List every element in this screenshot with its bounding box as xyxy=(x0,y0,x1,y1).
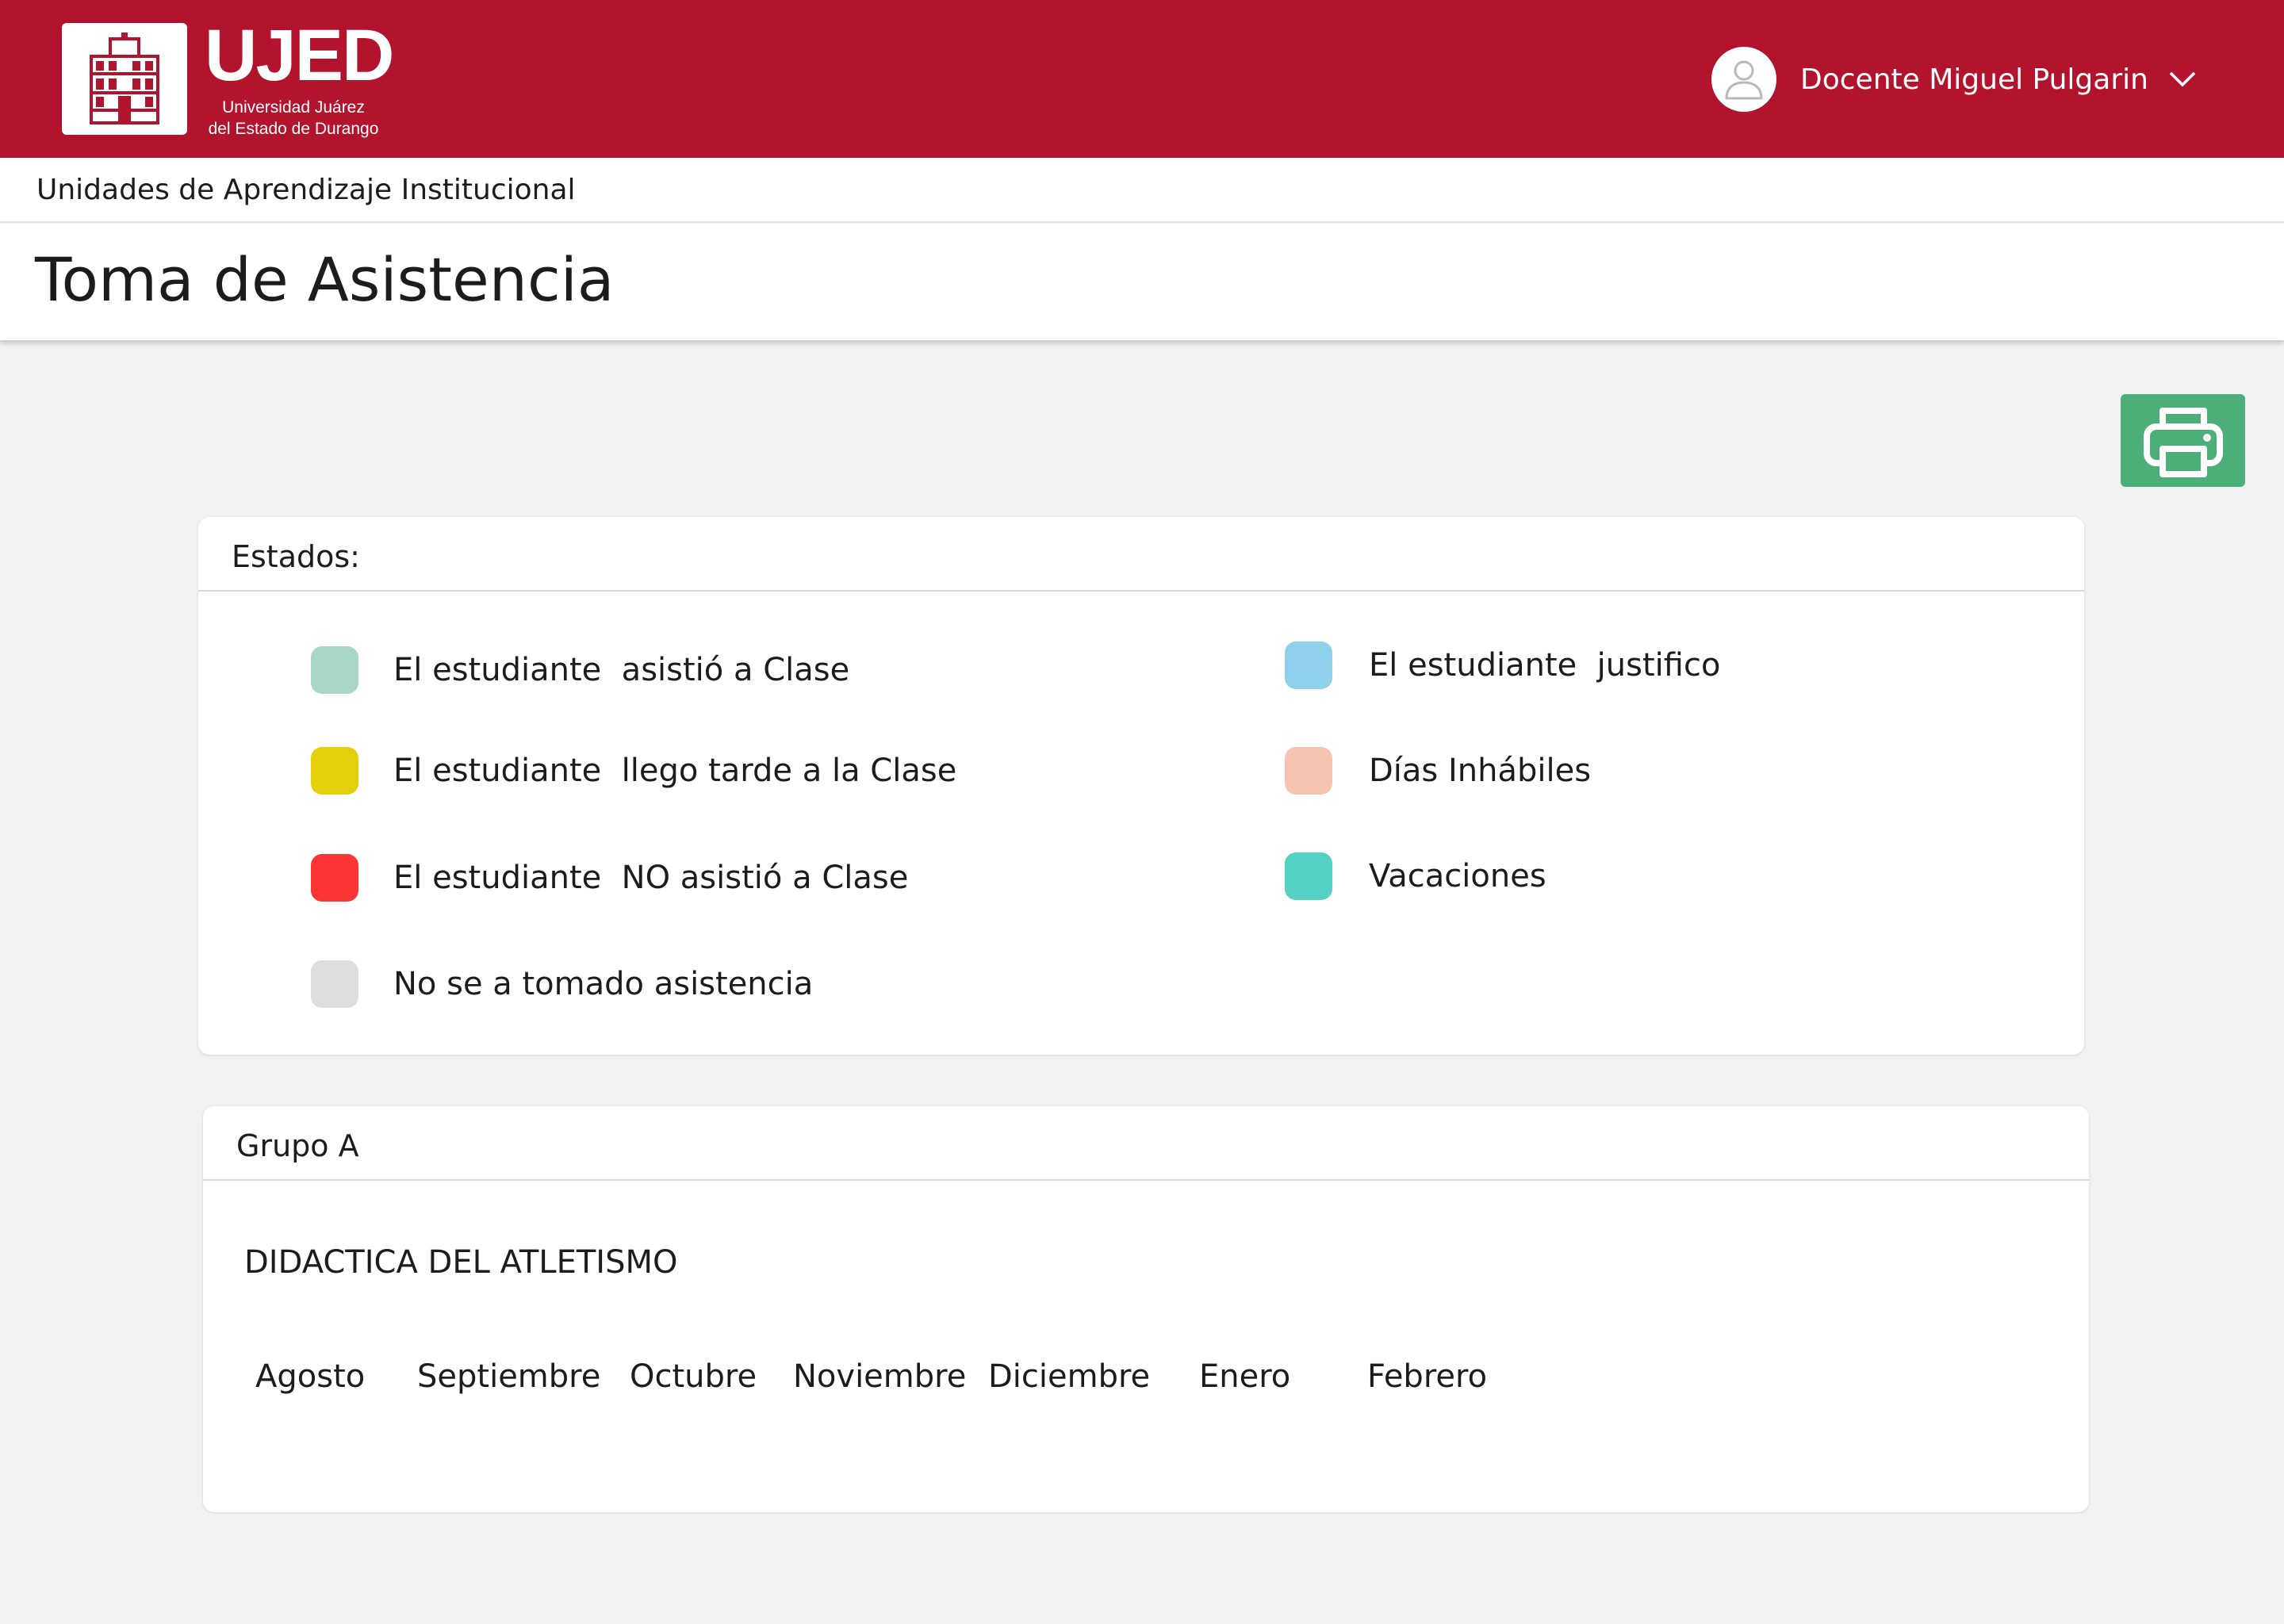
user-avatar-icon xyxy=(1711,47,1776,112)
chevron-down-icon[interactable] xyxy=(2169,71,2196,87)
estados-title: Estados: xyxy=(198,517,2084,592)
legend-swatch xyxy=(311,646,358,694)
legend-label: El estudiante NO asistió a Clase xyxy=(393,860,909,896)
month-tab-febrero[interactable]: Febrero xyxy=(1367,1358,1487,1395)
legend-item-justifico: El estudiante justifico xyxy=(1285,642,1720,689)
user-name: Docente Miguel Pulgarin xyxy=(1800,63,2148,96)
ujed-logo[interactable] xyxy=(62,23,187,135)
legend-swatch xyxy=(311,854,358,902)
building-icon xyxy=(90,32,159,124)
grupo-title: Grupo A xyxy=(203,1106,2089,1181)
breadcrumb[interactable]: Unidades de Aprendizaje Institucional xyxy=(36,174,576,206)
month-tab-agosto[interactable]: Agosto xyxy=(255,1358,365,1395)
legend-label: Días Inhábiles xyxy=(1369,753,1592,789)
legend-label: El estudiante justifico xyxy=(1369,647,1721,684)
legend-item-sin-asistencia: No se a tomado asistencia xyxy=(311,960,813,1008)
legend-label: No se a tomado asistencia xyxy=(393,966,814,1002)
breadcrumb-bar: Unidades de Aprendizaje Institucional xyxy=(0,158,2284,223)
printer-icon xyxy=(2143,407,2223,477)
estados-card: Estados: El estudiante asistió a Clase E… xyxy=(198,517,2084,1055)
page-title: Toma de Asistencia xyxy=(35,244,615,315)
month-tab-diciembre[interactable]: Diciembre xyxy=(988,1358,1150,1395)
print-button[interactable] xyxy=(2121,394,2245,487)
legend-item-vacaciones: Vacaciones xyxy=(1285,852,1546,900)
grupo-card: Grupo A DIDACTICA DEL ATLETISMO Agosto S… xyxy=(203,1106,2089,1512)
month-tab-noviembre[interactable]: Noviembre xyxy=(793,1358,966,1395)
legend-item-no-asistio: El estudiante NO asistió a Clase xyxy=(311,854,908,902)
legend-label: El estudiante asistió a Clase xyxy=(393,652,850,688)
user-menu[interactable]: Docente Miguel Pulgarin xyxy=(1711,46,2196,113)
month-tab-enero[interactable]: Enero xyxy=(1199,1358,1290,1395)
page-title-bar: Toma de Asistencia xyxy=(0,224,2284,340)
legend-swatch xyxy=(1285,642,1332,689)
ujed-wordmark: UJED Universidad Juárez del Estado de Du… xyxy=(205,15,394,140)
month-tab-septiembre[interactable]: Septiembre xyxy=(417,1358,600,1395)
course-name: DIDACTICA DEL ATLETISMO xyxy=(244,1244,678,1281)
legend-item-dias-inhabiles: Días Inhábiles xyxy=(1285,747,1591,795)
legend-item-tarde: El estudiante llego tarde a la Clase xyxy=(311,747,956,795)
logo-subtitle-1: Universidad Juárez xyxy=(222,98,365,117)
legend-swatch xyxy=(1285,852,1332,900)
logo-subtitle-2: del Estado de Durango xyxy=(208,120,379,138)
logo-title: UJED xyxy=(205,15,394,96)
legend-swatch xyxy=(311,747,358,795)
legend-item-asistio: El estudiante asistió a Clase xyxy=(311,646,849,694)
top-header: UJED Universidad Juárez del Estado de Du… xyxy=(0,0,2284,158)
legend-label: El estudiante llego tarde a la Clase xyxy=(393,753,957,789)
month-tab-octubre[interactable]: Octubre xyxy=(630,1358,757,1395)
legend-label: Vacaciones xyxy=(1369,858,1546,894)
legend-swatch xyxy=(1285,747,1332,795)
legend-swatch xyxy=(311,960,358,1008)
